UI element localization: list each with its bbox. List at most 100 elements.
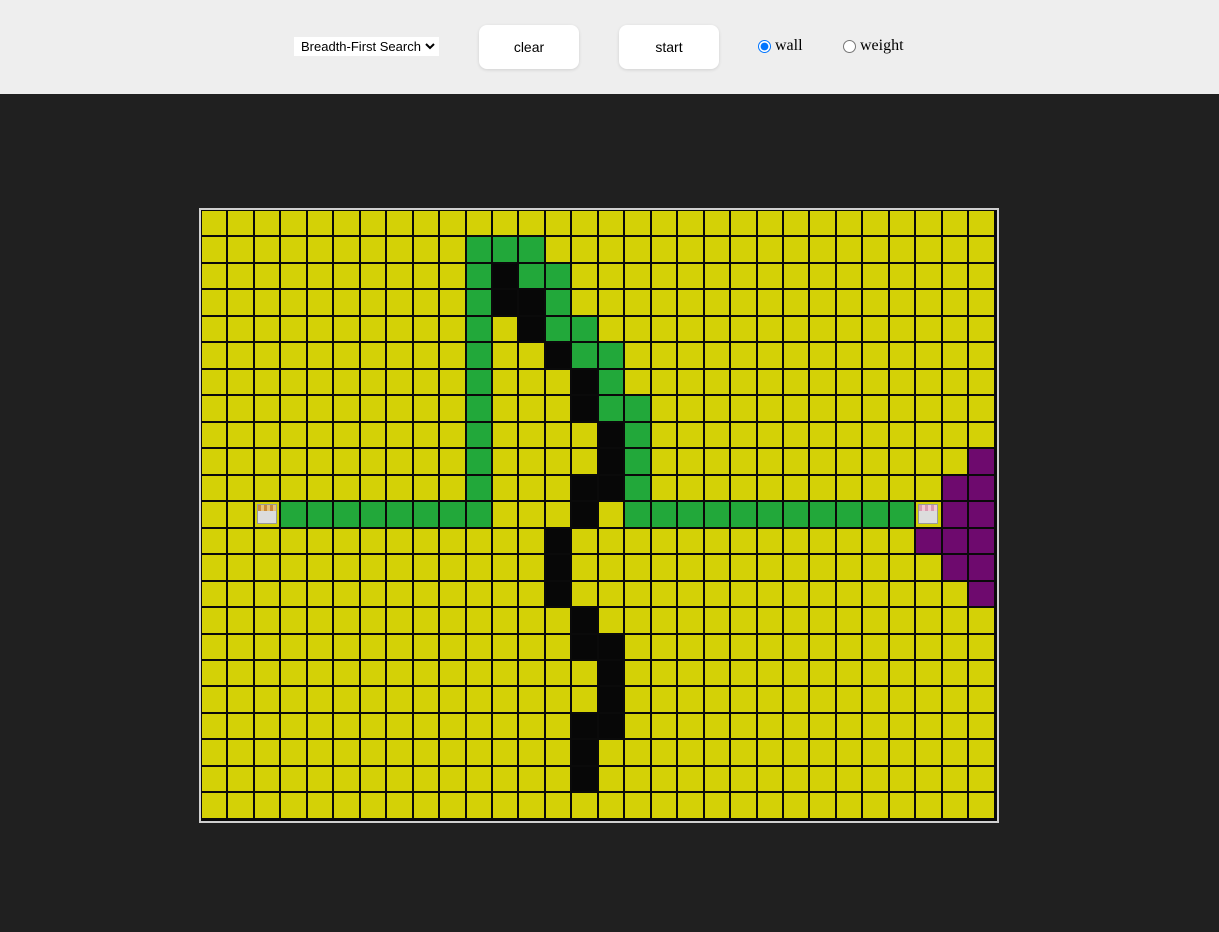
grid-cell-empty[interactable]	[969, 608, 996, 635]
grid-cell-wall[interactable]	[545, 555, 573, 582]
grid-cell-empty[interactable]	[889, 343, 917, 370]
grid-cell-empty[interactable]	[228, 660, 255, 688]
grid-cell-empty[interactable]	[704, 740, 732, 767]
grid-cell-empty[interactable]	[281, 608, 308, 635]
grid-cell-empty[interactable]	[836, 634, 864, 661]
grid-cell-empty[interactable]	[836, 660, 864, 688]
grid-cell-empty[interactable]	[889, 766, 917, 794]
grid-cell-wall[interactable]	[545, 528, 573, 556]
grid-cell-empty[interactable]	[307, 713, 335, 741]
grid-cell-empty[interactable]	[281, 237, 308, 264]
grid-cell-empty[interactable]	[492, 740, 520, 767]
grid-cell-empty[interactable]	[334, 555, 361, 582]
grid-cell-empty[interactable]	[889, 660, 917, 688]
grid-cell-empty[interactable]	[783, 634, 811, 661]
grid-cell-empty[interactable]	[916, 263, 943, 291]
grid-cell-empty[interactable]	[757, 555, 784, 582]
grid-cell-empty[interactable]	[254, 766, 282, 794]
grid-cell-empty[interactable]	[202, 211, 229, 238]
grid-cell-wall[interactable]	[519, 316, 546, 344]
grid-cell-empty[interactable]	[783, 528, 811, 556]
grid-cell-empty[interactable]	[889, 369, 917, 397]
grid-cell-empty[interactable]	[942, 211, 970, 238]
grid-cell-empty[interactable]	[863, 687, 890, 714]
grid-cell-empty[interactable]	[334, 449, 361, 476]
grid-cell-empty[interactable]	[202, 793, 229, 820]
grid-cell-empty[interactable]	[413, 422, 441, 450]
grid-cell-empty[interactable]	[863, 740, 890, 767]
grid-cell-empty[interactable]	[678, 581, 705, 609]
grid-cell-empty[interactable]	[492, 369, 520, 397]
grid-cell-empty[interactable]	[360, 449, 388, 476]
grid-cell-visited[interactable]	[969, 581, 996, 609]
grid-cell-empty[interactable]	[254, 581, 282, 609]
grid-cell-empty[interactable]	[519, 793, 546, 820]
grid-cell-empty[interactable]	[783, 740, 811, 767]
grid-cell-empty[interactable]	[731, 740, 758, 767]
grid-cell-empty[interactable]	[625, 343, 652, 370]
grid-cell-empty[interactable]	[836, 475, 864, 503]
grid-cell-empty[interactable]	[889, 740, 917, 767]
grid-cell-empty[interactable]	[704, 316, 732, 344]
grid-cell-empty[interactable]	[731, 581, 758, 609]
grid-cell-empty[interactable]	[440, 237, 467, 264]
grid-cell-empty[interactable]	[783, 449, 811, 476]
grid-cell-empty[interactable]	[810, 608, 837, 635]
grid-cell-empty[interactable]	[651, 713, 679, 741]
grid-cell-empty[interactable]	[810, 634, 837, 661]
grid-cell-empty[interactable]	[281, 581, 308, 609]
grid-cell-empty[interactable]	[360, 211, 388, 238]
grid-cell-empty[interactable]	[863, 290, 890, 317]
grid-cell-path[interactable]	[572, 316, 599, 344]
grid-cell-visited[interactable]	[969, 502, 996, 529]
grid-cell-path[interactable]	[545, 263, 573, 291]
grid-cell-empty[interactable]	[307, 475, 335, 503]
grid-cell-empty[interactable]	[360, 766, 388, 794]
grid-cell-path[interactable]	[492, 237, 520, 264]
grid-cell-empty[interactable]	[704, 422, 732, 450]
grid-cell-empty[interactable]	[202, 343, 229, 370]
grid-cell-empty[interactable]	[228, 263, 255, 291]
grid-cell-empty[interactable]	[942, 687, 970, 714]
grid-cell-empty[interactable]	[387, 449, 414, 476]
grid-cell-empty[interactable]	[228, 475, 255, 503]
grid-cell-empty[interactable]	[651, 263, 679, 291]
grid-cell-empty[interactable]	[360, 316, 388, 344]
grid-cell-empty[interactable]	[254, 237, 282, 264]
grid-cell-empty[interactable]	[307, 581, 335, 609]
grid-cell-empty[interactable]	[545, 687, 573, 714]
grid-cell-empty[interactable]	[387, 316, 414, 344]
grid-cell-empty[interactable]	[202, 713, 229, 741]
grid-cell-path[interactable]	[387, 502, 414, 529]
grid-cell-empty[interactable]	[678, 449, 705, 476]
grid-cell-empty[interactable]	[863, 660, 890, 688]
grid-cell-path[interactable]	[466, 263, 493, 291]
grid-cell-empty[interactable]	[440, 263, 467, 291]
grid-cell-empty[interactable]	[360, 555, 388, 582]
grid-cell-empty[interactable]	[466, 660, 493, 688]
grid-cell-visited[interactable]	[942, 475, 970, 503]
grid-cell-path[interactable]	[519, 263, 546, 291]
grid-cell-empty[interactable]	[757, 449, 784, 476]
grid-cell-empty[interactable]	[836, 343, 864, 370]
grid-cell-empty[interactable]	[704, 237, 732, 264]
grid-cell-empty[interactable]	[678, 793, 705, 820]
grid-cell-empty[interactable]	[254, 449, 282, 476]
grid-cell-empty[interactable]	[969, 237, 996, 264]
grid-cell-empty[interactable]	[863, 555, 890, 582]
grid-cell-empty[interactable]	[440, 687, 467, 714]
grid-cell-empty[interactable]	[836, 237, 864, 264]
grid-cell-empty[interactable]	[360, 687, 388, 714]
grid-cell-empty[interactable]	[572, 290, 599, 317]
grid-cell-empty[interactable]	[757, 713, 784, 741]
grid-cell-empty[interactable]	[625, 687, 652, 714]
grid-cell-empty[interactable]	[942, 422, 970, 450]
clear-button[interactable]: clear	[479, 25, 579, 69]
grid-cell-empty[interactable]	[836, 713, 864, 741]
grid-cell-empty[interactable]	[704, 369, 732, 397]
grid-cell-empty[interactable]	[889, 608, 917, 635]
grid-cell-empty[interactable]	[916, 687, 943, 714]
grid-cell-empty[interactable]	[625, 713, 652, 741]
grid-cell-empty[interactable]	[863, 369, 890, 397]
grid-cell-path[interactable]	[466, 396, 493, 423]
